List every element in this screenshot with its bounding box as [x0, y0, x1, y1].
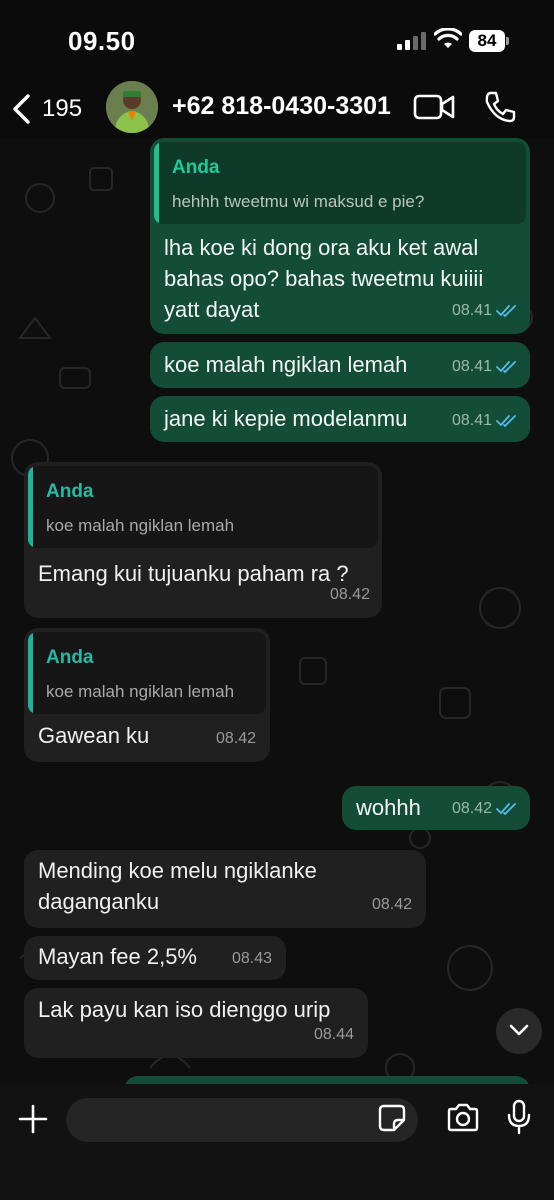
- double-check-icon: [496, 802, 516, 815]
- microphone-icon[interactable]: [506, 1099, 532, 1135]
- message-text: bahas opo? bahas tweetmu kuiiii: [164, 266, 484, 291]
- avatar-image: [106, 81, 158, 133]
- message-meta: 08.41: [452, 295, 518, 326]
- message-meta: 08.41: [452, 405, 518, 436]
- battery-indicator: 84: [469, 30, 505, 52]
- message-meta: 08.42: [216, 723, 256, 754]
- double-check-icon: [496, 414, 516, 427]
- message-bubble-outgoing[interactable]: jane ki kepie modelanmu 08.41: [150, 396, 530, 442]
- video-camera-icon[interactable]: [413, 92, 455, 122]
- message-time: 08.41: [451, 358, 492, 375]
- status-bar: 09.50 84: [0, 0, 554, 80]
- quote-author: Anda: [46, 481, 94, 502]
- chat-header: 195 +62 818-0430-3301: [0, 80, 554, 138]
- quote-text: koe malah ngiklan lemah: [46, 516, 235, 535]
- message-bubble-incoming[interactable]: Anda koe malah ngiklan lemah Emang kui t…: [24, 462, 382, 618]
- chevron-left-icon: [13, 94, 30, 124]
- message-time: 08.42: [371, 896, 412, 913]
- wifi-icon: [434, 28, 462, 48]
- unread-count: 195: [42, 95, 83, 122]
- message-bubble-incoming[interactable]: Mayan fee 2,5% 08.43: [24, 936, 286, 980]
- message-text: yatt dayat: [164, 297, 260, 322]
- sticker-icon[interactable]: [378, 1104, 406, 1132]
- quoted-message[interactable]: Anda koe malah ngiklan lemah: [28, 466, 378, 548]
- plus-icon[interactable]: [18, 1104, 48, 1134]
- message-time: 08.42: [329, 586, 370, 603]
- message-bubble-outgoing[interactable]: Anda hehhh tweetmu wi maksud e pie? lha …: [150, 138, 530, 334]
- back-button[interactable]: 195: [10, 92, 82, 126]
- message-text: wohhh: [356, 795, 421, 820]
- message-text: Mending koe melu ngiklanke: [38, 858, 317, 883]
- message-input-bar: [0, 1084, 554, 1200]
- message-meta: 08.41: [452, 351, 518, 382]
- message-text: koe malah ngiklan lemah: [164, 352, 408, 377]
- message-text: Emang kui tujuanku paham ra ?: [38, 561, 349, 586]
- message-time: 08.41: [451, 412, 492, 429]
- message-time: 08.43: [231, 950, 272, 967]
- cellular-signal-icon: [397, 32, 426, 50]
- message-time: 08.44: [313, 1026, 354, 1043]
- message-bubble-incoming[interactable]: Anda koe malah ngiklan lemah Gawean ku 0…: [24, 628, 270, 762]
- phone-icon[interactable]: [483, 90, 517, 124]
- quote-accent-bar: [28, 632, 33, 714]
- quoted-message[interactable]: Anda koe malah ngiklan lemah: [28, 632, 266, 714]
- message-time: 08.41: [451, 302, 492, 319]
- message-meta: 08.43: [232, 943, 272, 974]
- message-input[interactable]: [66, 1098, 418, 1142]
- message-meta: 08.42: [330, 579, 370, 610]
- message-meta: 08.42: [452, 793, 518, 824]
- chevron-down-icon: [509, 1024, 529, 1036]
- quote-text: koe malah ngiklan lemah: [46, 682, 235, 701]
- contact-name[interactable]: +62 818-0430-3301: [172, 92, 391, 121]
- message-bubble-outgoing[interactable]: [124, 1076, 530, 1084]
- message-bubble-outgoing[interactable]: koe malah ngiklan lemah 08.41: [150, 342, 530, 388]
- message-text: lha koe ki dong ora aku ket awal: [164, 235, 479, 260]
- double-check-icon: [496, 360, 516, 373]
- quote-author: Anda: [46, 647, 94, 668]
- message-time: 08.42: [451, 800, 492, 817]
- message-bubble-incoming[interactable]: Mending koe melu ngiklanke daganganku 08…: [24, 850, 426, 928]
- message-text: jane ki kepie modelanmu: [164, 406, 408, 431]
- battery-cap: [506, 37, 509, 45]
- message-meta: 08.44: [314, 1019, 354, 1050]
- message-bubble-incoming[interactable]: Lak payu kan iso dienggo urip 08.44: [24, 988, 368, 1058]
- message-text: Lak payu kan iso dienggo urip: [38, 997, 331, 1022]
- chat-area[interactable]: Anda hehhh tweetmu wi maksud e pie? lha …: [0, 138, 554, 1084]
- message-text: daganganku: [38, 889, 160, 914]
- message-bubble-outgoing[interactable]: wohhh 08.42: [342, 786, 530, 830]
- double-check-icon: [496, 304, 516, 317]
- message-time: 08.42: [215, 730, 256, 747]
- quote-accent-bar: [154, 142, 159, 224]
- quote-author: Anda: [172, 157, 220, 178]
- message-meta: 08.42: [372, 889, 412, 920]
- quoted-message[interactable]: Anda hehhh tweetmu wi maksud e pie?: [154, 142, 526, 224]
- scroll-to-bottom-button[interactable]: [496, 1008, 542, 1054]
- contact-avatar[interactable]: [106, 81, 158, 133]
- message-text: Mayan fee 2,5%: [38, 944, 197, 969]
- camera-icon[interactable]: [446, 1103, 480, 1133]
- status-time: 09.50: [68, 26, 136, 56]
- quote-text: hehhh tweetmu wi maksud e pie?: [172, 192, 425, 211]
- quote-accent-bar: [28, 466, 33, 548]
- message-text: Gawean ku: [38, 723, 150, 748]
